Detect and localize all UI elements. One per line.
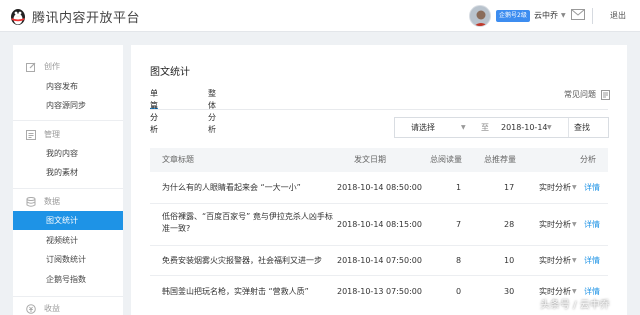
tab-overall-analysis[interactable]: 整体分析 xyxy=(208,88,216,134)
publish-date: 2018-10-14 08:15:00 xyxy=(337,220,422,229)
chevron-down-icon[interactable]: ▼ xyxy=(572,219,577,231)
nav-group-data: 数据 xyxy=(26,196,60,207)
read-count: 1 xyxy=(456,183,462,192)
read-count: 0 xyxy=(456,287,462,296)
realtime-analysis-dropdown[interactable]: 实时分析 xyxy=(539,182,571,194)
page-title: 图文统计 xyxy=(150,67,190,78)
article-title[interactable]: 韩国釜山把玩名枪，实弹射击 “营救人质” xyxy=(162,286,342,298)
logout-link[interactable]: 退出 xyxy=(610,9,626,23)
user-photo-icon xyxy=(470,6,490,26)
sidebar-item-publish[interactable]: 内容发布 xyxy=(13,77,123,96)
article-title[interactable]: 为什么有的人眼睛看起来会 “一大一小” xyxy=(162,182,342,194)
nav-divider xyxy=(13,188,123,189)
chevron-down-icon[interactable]: ▼ xyxy=(572,255,577,267)
tab-single-analysis[interactable]: 单篇分析 xyxy=(150,88,158,134)
search-button[interactable]: 查找 xyxy=(574,118,590,137)
col-reads: 总阅读量 xyxy=(430,155,462,164)
col-recs: 总推荐量 xyxy=(484,155,516,164)
chevron-down-icon[interactable]: ▼ xyxy=(461,118,466,137)
top-header: 腾讯内容开放平台 企鹅号2级 云中乔 ▼ 退出 xyxy=(0,0,640,32)
logo[interactable]: 腾讯内容开放平台 xyxy=(8,6,140,26)
sidebar-item-my-content[interactable]: 我的内容 xyxy=(13,144,123,163)
detail-link[interactable]: 详情 xyxy=(584,182,600,194)
nav-group-title: 创作 xyxy=(44,62,60,71)
document-icon xyxy=(601,89,610,100)
tabs-divider xyxy=(150,109,608,110)
publish-date: 2018-10-13 07:50:00 xyxy=(337,287,422,296)
article-title[interactable]: 低俗裸露、“百度百家号” 竟与伊拉克杀人凶手标准一致? xyxy=(162,211,338,235)
header-divider xyxy=(592,8,593,24)
nav-group-title: 管理 xyxy=(44,130,60,139)
table-row: 免费安装烟雾火灾报警器，社会福利又进一步 2018-10-14 07:50:00… xyxy=(150,246,608,276)
article-title[interactable]: 免费安装烟雾火灾报警器，社会福利又进一步 xyxy=(162,255,342,267)
col-title: 文章标题 xyxy=(162,155,194,164)
type-select[interactable]: 请选择 xyxy=(411,118,435,137)
recommend-count: 30 xyxy=(504,287,515,296)
detail-link[interactable]: 详情 xyxy=(584,219,600,231)
sidebar-item-article-stats[interactable]: 图文统计 xyxy=(13,211,123,230)
read-count: 8 xyxy=(456,256,462,265)
realtime-analysis-dropdown[interactable]: 实时分析 xyxy=(539,219,571,231)
sidebar-item-penguin-index[interactable]: 企鹅号指数 xyxy=(13,270,123,289)
sidebar-item-subscriber-stats[interactable]: 订阅数统计 xyxy=(13,250,123,269)
faq-link[interactable]: 常见问题 xyxy=(564,89,610,100)
sidebar-item-my-materials[interactable]: 我的素材 xyxy=(13,163,123,182)
nav-group-revenue: 收益 xyxy=(26,303,60,314)
chevron-down-icon[interactable]: ▼ xyxy=(547,118,552,137)
username[interactable]: 云中乔 xyxy=(534,9,558,23)
publish-date: 2018-10-14 08:50:00 xyxy=(337,183,422,192)
chevron-down-icon[interactable]: ▼ xyxy=(572,182,577,194)
date-picker[interactable]: 2018-10-14 xyxy=(501,118,548,137)
faq-label: 常见问题 xyxy=(564,90,596,99)
filter-divider xyxy=(568,118,569,137)
read-count: 7 xyxy=(456,220,462,229)
recommend-count: 17 xyxy=(504,183,515,192)
filter-bar: 请选择 ▼ 至 2018-10-14 ▼ 查找 xyxy=(394,117,609,138)
nav-group-manage: 管理 xyxy=(26,129,60,140)
table-row: 为什么有的人眼睛看起来会 “一大一小” 2018-10-14 08:50:00 … xyxy=(150,172,608,204)
sidebar-item-video-stats[interactable]: 视频统计 xyxy=(13,231,123,250)
table-row: 低俗裸露、“百度百家号” 竟与伊拉克杀人凶手标准一致? 2018-10-14 0… xyxy=(150,204,608,246)
nav-divider xyxy=(13,296,123,297)
avatar[interactable] xyxy=(469,5,491,27)
level-badge: 企鹅号2级 xyxy=(496,10,530,22)
detail-link[interactable]: 详情 xyxy=(584,255,600,267)
nav-group-create: 创作 xyxy=(26,61,60,72)
range-to-label: 至 xyxy=(481,123,489,132)
coin-icon xyxy=(26,303,36,314)
main-panel: 图文统计 单篇分析 整体分析 常见问题 请选择 ▼ 至 2018-10-14 ▼… xyxy=(131,45,627,315)
penguin-logo-icon xyxy=(11,9,25,25)
edit-icon xyxy=(26,62,36,72)
database-icon xyxy=(26,196,36,207)
realtime-analysis-dropdown[interactable]: 实时分析 xyxy=(539,255,571,267)
nav-group-title: 收益 xyxy=(44,304,60,313)
recommend-count: 10 xyxy=(504,256,515,265)
chevron-down-icon[interactable]: ▼ xyxy=(561,9,566,23)
nav-group-title: 数据 xyxy=(44,197,60,206)
col-date: 发文日期 xyxy=(354,155,386,164)
folder-icon xyxy=(26,129,36,140)
watermark: 头条号 / 云中乔 xyxy=(540,300,610,311)
table-header: 文章标题 发文日期 总阅读量 总推荐量 分析 xyxy=(150,148,608,172)
col-analysis: 分析 xyxy=(580,155,596,164)
mail-icon[interactable] xyxy=(571,9,585,20)
sidebar-item-source-sync[interactable]: 内容源同步 xyxy=(13,96,123,115)
publish-date: 2018-10-14 07:50:00 xyxy=(337,256,422,265)
recommend-count: 28 xyxy=(504,220,515,229)
nav-divider xyxy=(13,120,123,121)
logo-text: 腾讯内容开放平台 xyxy=(32,10,141,26)
sidebar: 创作 内容发布 内容源同步 管理 我的内容 我的素材 数据 图文统计 视频统计 … xyxy=(13,45,123,315)
